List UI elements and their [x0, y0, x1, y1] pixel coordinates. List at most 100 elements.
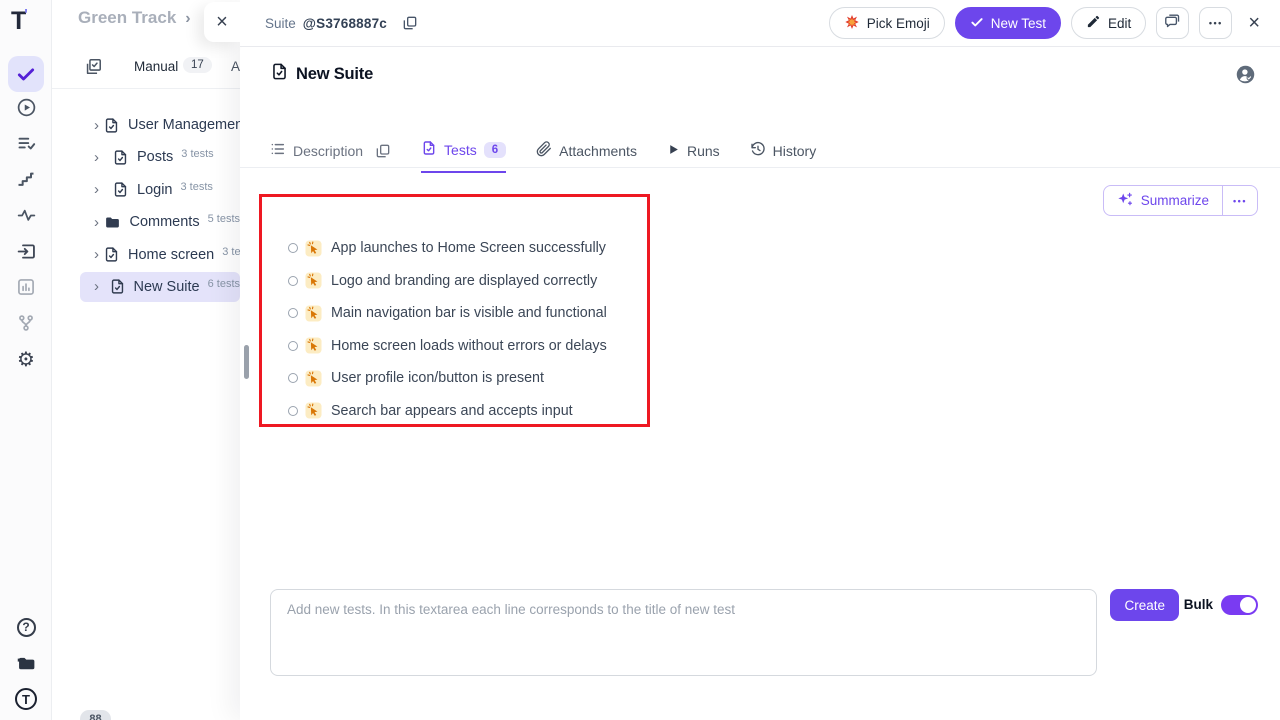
app-logo[interactable]: T'	[11, 6, 43, 36]
tab-tests[interactable]: Tests 6	[421, 140, 506, 173]
tree-item-new-suite[interactable]: › New Suite 6 tests	[52, 272, 240, 302]
list-icon	[270, 141, 286, 160]
summarize-button[interactable]: Summarize	[1104, 186, 1222, 215]
rail-item-steps[interactable]	[8, 161, 44, 197]
test-status-circle-icon[interactable]	[288, 308, 298, 318]
stairs-icon	[16, 169, 36, 189]
rail-item-tests[interactable]	[8, 56, 44, 92]
manual-count-badge: 17	[183, 57, 212, 73]
test-status-circle-icon[interactable]	[288, 341, 298, 351]
rail-item-help[interactable]: ?	[8, 609, 44, 645]
tab-manual[interactable]: Manual	[134, 59, 178, 74]
suite-doc-icon	[112, 181, 129, 198]
git-branch-icon	[16, 313, 36, 333]
rail-item-reports[interactable]	[8, 269, 44, 305]
folder-icon	[16, 653, 37, 674]
chevron-expand-icon[interactable]: ›	[94, 214, 100, 231]
tree-item-home-screen[interactable]: › Home screen 3 tests	[52, 240, 240, 270]
rail-item-import[interactable]	[8, 233, 44, 269]
import-box-icon	[16, 241, 37, 262]
suite-tree: › User Management › Posts 3 tests › Logi…	[52, 110, 240, 304]
copy-id-icon[interactable]	[402, 15, 418, 31]
summarize-more-button[interactable]: •••	[1223, 186, 1257, 215]
rail-item-branches[interactable]	[8, 305, 44, 341]
tree-item-login[interactable]: › Login 3 tests	[52, 175, 240, 205]
test-row[interactable]: User profile icon/button is present	[288, 362, 607, 395]
rail-item-settings[interactable]: ⚙	[8, 342, 44, 378]
tree-item-posts[interactable]: › Posts 3 tests	[52, 142, 240, 172]
rail-item-test-plans[interactable]	[8, 125, 44, 161]
suite-doc-icon	[270, 62, 289, 86]
rail-item-account[interactable]: T	[8, 681, 44, 717]
copy-description-icon[interactable]	[375, 143, 391, 159]
copy-check-icon[interactable]	[84, 57, 103, 81]
chat-bubbles-icon	[1164, 12, 1181, 34]
rail-item-projects[interactable]	[8, 645, 44, 681]
close-icon: ×	[216, 12, 228, 32]
tab-description[interactable]: Description	[270, 140, 391, 173]
tests-list: App launches to Home Screen successfully…	[288, 232, 607, 427]
tree-item-comments[interactable]: › Comments 5 tests	[52, 207, 240, 237]
test-row[interactable]: App launches to Home Screen successfully	[288, 232, 607, 265]
drawer-close-button[interactable]: ×	[204, 2, 240, 42]
tab-history[interactable]: History	[750, 140, 817, 173]
suite-detail-panel: × Suite @S3768887c Pick Emoji New Test	[240, 0, 1280, 720]
app-window: T' ⚙ ?	[0, 0, 1280, 720]
more-actions-button[interactable]: •••	[1199, 7, 1232, 39]
create-button[interactable]: Create	[1110, 589, 1179, 621]
close-panel-icon[interactable]: ×	[1248, 13, 1260, 33]
test-emoji-icon	[305, 240, 322, 257]
chevron-expand-icon[interactable]: ›	[94, 278, 105, 295]
check-icon	[970, 15, 984, 32]
toggle-knob	[1240, 597, 1256, 613]
test-emoji-icon	[305, 272, 322, 289]
suite-doc-icon	[109, 278, 126, 295]
rail-item-runs[interactable]	[8, 89, 44, 125]
chevron-expand-icon[interactable]: ›	[94, 149, 108, 166]
test-emoji-icon	[305, 337, 322, 354]
project-name: Green Track	[78, 8, 176, 28]
edit-button[interactable]: Edit	[1071, 7, 1146, 39]
watcher-avatar-icon[interactable]	[1235, 64, 1256, 90]
chevron-right-icon: ›	[185, 10, 190, 28]
test-status-circle-icon[interactable]	[288, 276, 298, 286]
test-row[interactable]: Main navigation bar is visible and funct…	[288, 297, 607, 330]
suite-title: New Suite	[296, 65, 373, 84]
drawer-resize-handle[interactable]	[244, 345, 249, 379]
help-icon: ?	[17, 618, 36, 637]
chevron-expand-icon[interactable]: ›	[94, 117, 99, 134]
suites-tree-panel: Green Track › Manual 17 Automated › User…	[52, 0, 240, 720]
test-status-circle-icon[interactable]	[288, 373, 298, 383]
test-emoji-icon	[305, 370, 322, 387]
check-icon	[16, 64, 36, 84]
test-row[interactable]: Home screen loads without errors or dela…	[288, 330, 607, 363]
test-status-circle-icon[interactable]	[288, 243, 298, 253]
chevron-expand-icon[interactable]: ›	[94, 181, 108, 198]
test-row[interactable]: Logo and branding are displayed correctl…	[288, 265, 607, 298]
bulk-toggle[interactable]	[1221, 595, 1258, 615]
detail-tabs: Description Tests 6 Attachments Runs His…	[270, 140, 816, 173]
bar-chart-icon	[16, 277, 36, 297]
tests-doc-icon	[421, 140, 437, 159]
tree-item-user-management[interactable]: › User Management	[52, 110, 240, 140]
tab-attachments[interactable]: Attachments	[536, 140, 637, 173]
rail-item-analytics[interactable]	[8, 197, 44, 233]
test-emoji-icon	[305, 305, 322, 322]
list-check-icon	[16, 133, 37, 154]
test-status-circle-icon[interactable]	[288, 406, 298, 416]
project-breadcrumb[interactable]: Green Track ›	[78, 8, 191, 28]
tabs-divider	[240, 167, 1280, 168]
tree-tabs: Manual 17 Automated	[52, 55, 240, 89]
comments-button[interactable]	[1156, 7, 1189, 39]
suite-doc-icon	[103, 117, 120, 134]
sparkles-icon	[1117, 192, 1133, 210]
gear-icon: ⚙	[17, 350, 35, 370]
testomat-badge-icon: T	[15, 688, 37, 710]
new-tests-textarea[interactable]	[270, 589, 1097, 676]
tab-runs[interactable]: Runs	[667, 140, 720, 173]
new-test-button[interactable]: New Test	[955, 7, 1061, 39]
test-row[interactable]: Search bar appears and accepts input	[288, 395, 607, 428]
pick-emoji-button[interactable]: Pick Emoji	[829, 7, 945, 39]
test-emoji-icon	[305, 402, 322, 419]
chevron-expand-icon[interactable]: ›	[94, 246, 99, 263]
